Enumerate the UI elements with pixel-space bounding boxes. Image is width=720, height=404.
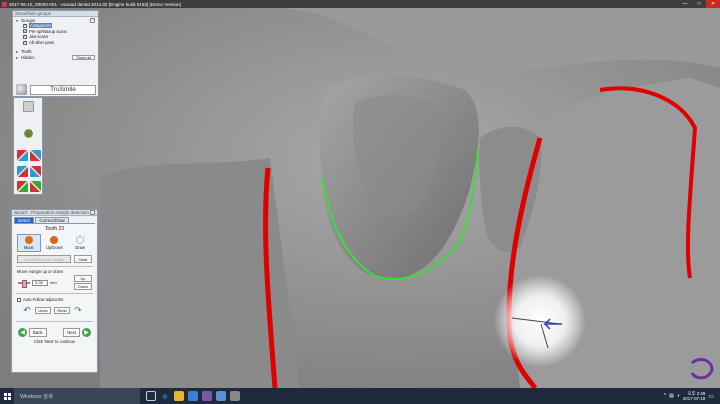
next-button[interactable]: Next ▶: [63, 328, 91, 337]
checkbox[interactable]: [17, 297, 21, 302]
volume-icon[interactable]: ◖: [677, 393, 680, 399]
back-button[interactable]: ◀ Back: [18, 328, 47, 337]
divider: [16, 266, 93, 267]
margin-controls: 0.05 mm Up Down: [14, 275, 95, 290]
undo-button[interactable]: Undo: [35, 306, 51, 314]
right-view-icon[interactable]: [30, 166, 41, 177]
group-item-other[interactable]: ✓ All other parts: [13, 40, 98, 46]
task-view-icon[interactable]: [146, 391, 156, 401]
redo-button[interactable]: Redo: [54, 306, 70, 314]
margin-title: Move margin up or down: [17, 269, 64, 274]
trusmile-row: TruSmile: [16, 84, 96, 95]
tool-row: Move Up/Down Draw: [14, 234, 95, 252]
margin-value-input[interactable]: 0.05: [32, 279, 48, 286]
back-view-icon[interactable]: [30, 150, 41, 161]
next-arrow-icon: ▶: [82, 328, 91, 337]
draw-icon: [76, 236, 85, 244]
divider: [16, 293, 93, 294]
up-button[interactable]: Up: [74, 275, 92, 282]
updown-icon: [50, 236, 59, 244]
windows-taskbar: Windows 검색 e ^ ▤ ◖ 오후 2:49 2017-07-18 ▭: [0, 388, 720, 404]
minimize-button[interactable]: —: [678, 0, 692, 8]
exocad-app-icon[interactable]: [202, 391, 212, 401]
clock[interactable]: 오후 2:49 2017-07-18: [683, 391, 705, 401]
close-button[interactable]: ✕: [706, 0, 720, 8]
maximize-button[interactable]: □: [692, 0, 706, 8]
cube-view-icon[interactable]: [23, 101, 34, 112]
left-view-icon[interactable]: [17, 166, 28, 177]
back-arrow-icon: ◀: [18, 328, 27, 337]
start-button[interactable]: [0, 388, 14, 404]
network-icon[interactable]: ▤: [669, 393, 674, 399]
wizard-panel: wizard - Preparation margin detection ? …: [11, 209, 98, 373]
top-view-icon[interactable]: [17, 181, 28, 192]
margin-slider[interactable]: [18, 279, 30, 288]
bottom-view-icon[interactable]: [30, 181, 41, 192]
down-button[interactable]: Down: [74, 283, 92, 290]
front-view-icon[interactable]: [17, 150, 28, 161]
dental-model-render: [0, 8, 720, 388]
rotate-view-icon[interactable]: [23, 128, 34, 139]
action-center-icon[interactable]: ▭: [708, 393, 714, 400]
trusmile-button[interactable]: TruSmile: [30, 84, 96, 95]
3d-viewport[interactable]: [0, 8, 720, 388]
view-toolbar: [13, 97, 43, 195]
move-tool-button[interactable]: Move: [16, 234, 41, 252]
up-down-buttons: Up Down: [74, 275, 92, 290]
tooth-label: Tooth 23: [44, 226, 65, 232]
app-icon[interactable]: [230, 391, 240, 401]
draw-tool-button[interactable]: Draw: [68, 234, 92, 252]
windows-logo-icon: [3, 392, 11, 400]
clear-button[interactable]: Clear: [74, 255, 92, 263]
app-icon[interactable]: [216, 391, 226, 401]
auto-follow-checkbox[interactable]: Auto-Follow adjacents: [14, 297, 95, 302]
window-title-bar: 2017-06-15_00003-001 - exocad dental 201…: [0, 0, 720, 8]
window-controls: — □ ✕: [678, 0, 720, 8]
file-explorer-icon[interactable]: [174, 391, 184, 401]
trusmile-logo-icon: [16, 84, 27, 95]
wizard-nav: ◀ Back Next ▶: [14, 328, 95, 337]
edge-icon[interactable]: e: [160, 391, 170, 401]
wizard-hint: Click 'Next' to continue: [33, 339, 76, 344]
wizard-body: Tooth 23 Move Up/Down Draw Smooth/Reduce…: [14, 223, 95, 371]
store-icon[interactable]: [188, 391, 198, 401]
show-all-button[interactable]: Show all: [72, 54, 95, 60]
smooth-row: Smooth/Reduce Margin Clear: [14, 255, 95, 263]
smooth-reduce-button[interactable]: Smooth/Reduce Margin: [17, 255, 71, 263]
notification-chevron-icon[interactable]: ^: [664, 393, 666, 399]
help-icon[interactable]: ?: [90, 210, 95, 215]
taskbar-search[interactable]: Windows 검색: [14, 388, 140, 404]
show-hide-panel: Show/hide groups ▾ Groups ? ✓ Antagonists…: [12, 10, 99, 97]
divider: [16, 321, 93, 322]
help-icon[interactable]: ?: [90, 17, 95, 23]
undo-arrow-icon[interactable]: ↶: [22, 305, 32, 315]
move-icon: [24, 236, 33, 244]
window-title: 2017-06-15_00003-001 - exocad dental 201…: [9, 1, 181, 7]
updown-tool-button[interactable]: Up/Down: [42, 234, 66, 252]
redo-arrow-icon[interactable]: ↷: [73, 305, 83, 315]
undo-redo-row: ↶ Undo Redo ↷: [14, 305, 95, 315]
margin-unit: mm: [50, 280, 57, 285]
system-tray: ^ ▤ ◖ 오후 2:49 2017-07-18 ▭: [664, 391, 720, 401]
wizard-tabs: Detect Correct/Draw: [12, 216, 97, 223]
hidden-row[interactable]: ▸ Hidden Show all: [13, 54, 98, 60]
taskbar-apps: e: [140, 391, 240, 401]
app-icon: [2, 1, 7, 7]
